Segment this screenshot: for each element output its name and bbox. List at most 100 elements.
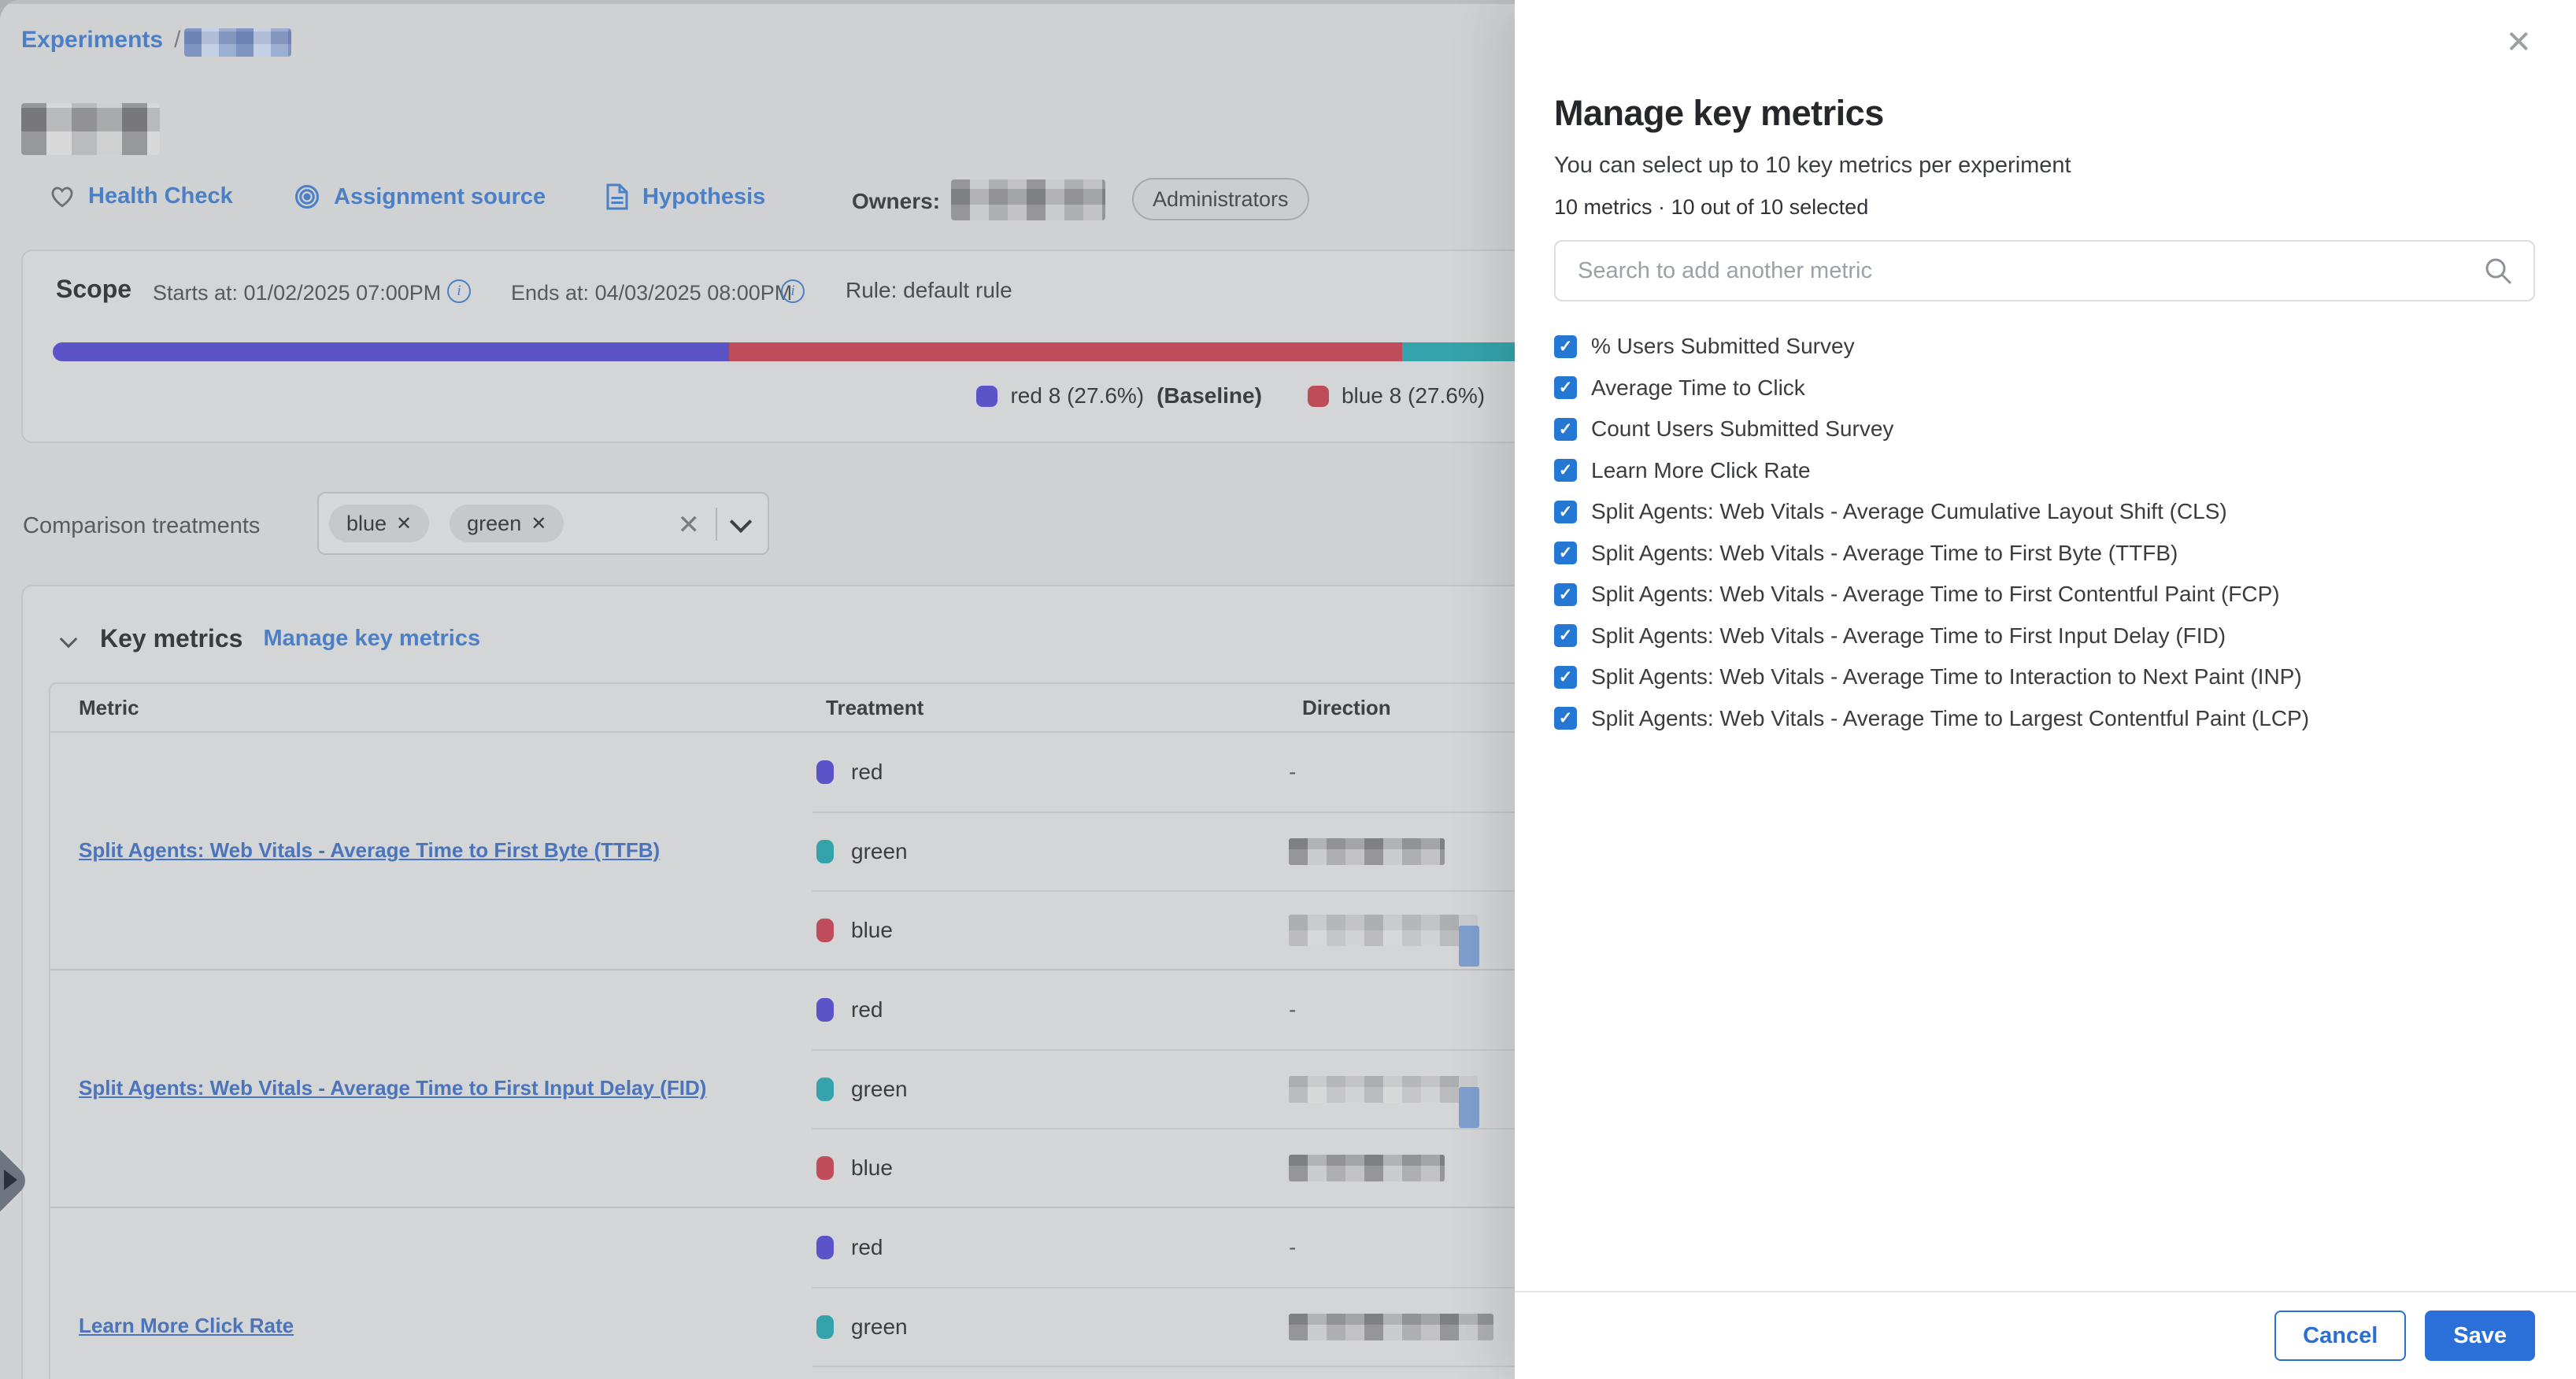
chip-remove-icon[interactable]: ✕ [396, 512, 412, 535]
bar-segment-blue [729, 342, 1403, 361]
checkbox-checked-icon[interactable] [1554, 542, 1577, 564]
save-button[interactable]: Save [2425, 1311, 2535, 1361]
direction-redacted [1289, 1155, 1445, 1181]
metric-search-input[interactable]: Search to add another metric [1554, 240, 2535, 301]
cancel-button[interactable]: Cancel [2274, 1311, 2406, 1361]
treatment-label: blue [851, 1155, 893, 1181]
metric-label: Split Agents: Web Vitals - Average Time … [1591, 623, 2226, 649]
scope-ends-at: Ends at: 04/03/2025 08:00PM [511, 281, 792, 305]
checkbox-checked-icon[interactable] [1554, 666, 1577, 689]
metric-label: Split Agents: Web Vitals - Average Time … [1591, 664, 2302, 690]
column-header-treatment: Treatment [812, 696, 1263, 720]
treatment-dot-green [816, 840, 834, 863]
treatment-label: red [851, 997, 883, 1022]
metric-label: Split Agents: Web Vitals - Average Cumul… [1591, 499, 2227, 524]
metric-checkbox-item[interactable]: Average Time to Click [1554, 368, 2535, 409]
hypothesis-link[interactable]: Hypothesis [605, 183, 765, 211]
metric-checkbox-item[interactable]: Split Agents: Web Vitals - Average Time … [1554, 698, 2535, 740]
metric-checkbox-item[interactable]: Split Agents: Web Vitals - Average Time … [1554, 533, 2535, 575]
search-placeholder: Search to add another metric [1556, 258, 2483, 284]
legend-baseline-tag: (Baseline) [1157, 383, 1262, 409]
key-metrics-header: Key metrics Manage key metrics [62, 624, 480, 653]
checkbox-checked-icon[interactable] [1554, 501, 1577, 523]
metric-label: Split Agents: Web Vitals - Average Time … [1591, 541, 2178, 566]
treatment-chip-blue[interactable]: blue ✕ [329, 505, 429, 542]
metric-label: Average Time to Click [1591, 375, 1805, 401]
metric-label: Split Agents: Web Vitals - Average Time … [1591, 582, 2280, 607]
treatment-dot-red [816, 760, 834, 784]
metric-label: Learn More Click Rate [1591, 458, 1811, 483]
checkbox-checked-icon[interactable] [1554, 583, 1577, 606]
treatment-chip-green[interactable]: green ✕ [450, 505, 564, 542]
comparison-treatments-select[interactable]: blue ✕ green ✕ ✕ [317, 492, 769, 555]
manage-key-metrics-link[interactable]: Manage key metrics [263, 626, 480, 652]
assignment-source-link[interactable]: Assignment source [293, 183, 546, 211]
comparison-treatments-label: Comparison treatments [23, 513, 260, 539]
close-icon[interactable]: ✕ [2505, 27, 2532, 58]
direction-value: - [1289, 1235, 1296, 1260]
checkbox-checked-icon[interactable] [1554, 376, 1577, 399]
treatment-label: green [851, 839, 908, 864]
direction-value: - [1289, 997, 1296, 1022]
direction-redacted [1289, 915, 1478, 946]
treatment-dot-red [816, 998, 834, 1022]
document-icon [605, 183, 630, 211]
panel-subtitle: You can select up to 10 key metrics per … [1554, 153, 2071, 179]
chip-remove-icon[interactable]: ✕ [531, 512, 546, 535]
info-icon[interactable]: i [447, 279, 471, 303]
checkbox-checked-icon[interactable] [1554, 624, 1577, 647]
breadcrumb-experiments-link[interactable]: Experiments [21, 27, 163, 54]
checkbox-checked-icon[interactable] [1554, 707, 1577, 730]
administrators-badge[interactable]: Administrators [1132, 178, 1309, 220]
treatment-dot-blue [816, 1156, 834, 1180]
treatment-label: green [851, 1077, 908, 1102]
heart-icon [49, 183, 76, 209]
metric-link-learn-more[interactable]: Learn More Click Rate [79, 1313, 294, 1340]
redaction-fragment [1459, 1087, 1479, 1128]
checkbox-checked-icon[interactable] [1554, 335, 1577, 358]
metric-checkbox-item[interactable]: Learn More Click Rate [1554, 450, 2535, 492]
owners-redacted [951, 179, 1105, 220]
direction-redacted [1289, 1076, 1478, 1103]
metric-checklist: % Users Submitted Survey Average Time to… [1554, 326, 2535, 739]
scope-title: Scope [56, 275, 131, 304]
legend-item-red: red 8 (27.6%) (Baseline) [976, 383, 1261, 409]
treatment-dot-blue [816, 919, 834, 942]
checkbox-checked-icon[interactable] [1554, 459, 1577, 482]
checkbox-checked-icon[interactable] [1554, 418, 1577, 441]
scope-rule: Rule: default rule [846, 278, 1012, 303]
health-check-link[interactable]: Health Check [49, 183, 233, 209]
chevron-down-icon[interactable] [733, 514, 755, 536]
metric-label: Split Agents: Web Vitals - Average Time … [1591, 706, 2309, 731]
select-divider [716, 508, 717, 541]
redaction-fragment [1459, 926, 1479, 967]
legend-label-blue: blue 8 (27.6%) [1342, 383, 1485, 409]
expand-arrow-icon[interactable] [4, 1170, 17, 1190]
breadcrumb-experiment-name-redacted[interactable] [184, 28, 291, 57]
treatment-label: red [851, 760, 883, 785]
metric-checkbox-item[interactable]: Split Agents: Web Vitals - Average Time … [1554, 574, 2535, 616]
direction-value: - [1289, 760, 1296, 785]
metric-checkbox-item[interactable]: Count Users Submitted Survey [1554, 409, 2535, 450]
legend-swatch-red [976, 386, 997, 407]
metric-checkbox-item[interactable]: % Users Submitted Survey [1554, 326, 2535, 368]
metric-link-ttfb[interactable]: Split Agents: Web Vitals - Average Time … [79, 837, 660, 864]
clear-selection-icon[interactable]: ✕ [678, 509, 701, 541]
panel-footer: Cancel Save [1515, 1291, 2576, 1379]
treatment-label: blue [851, 918, 893, 943]
info-icon[interactable]: i [781, 279, 805, 303]
metric-link-fid[interactable]: Split Agents: Web Vitals - Average Time … [79, 1075, 706, 1102]
search-icon [2483, 256, 2513, 286]
breadcrumb-separator: / [174, 27, 180, 54]
treatment-label: red [851, 1235, 883, 1260]
metric-label: Count Users Submitted Survey [1591, 416, 1893, 442]
app-window: Experiments / Health Check Assignment so… [0, 0, 2576, 1379]
administrators-badge-label: Administrators [1153, 187, 1289, 212]
metric-checkbox-item[interactable]: Split Agents: Web Vitals - Average Time … [1554, 616, 2535, 657]
key-metrics-title: Key metrics [100, 624, 242, 653]
metric-checkbox-item[interactable]: Split Agents: Web Vitals - Average Cumul… [1554, 491, 2535, 533]
collapse-chevron-icon[interactable] [60, 630, 78, 648]
experiment-title-redacted [21, 103, 160, 155]
chip-label: green [467, 512, 521, 536]
metric-checkbox-item[interactable]: Split Agents: Web Vitals - Average Time … [1554, 656, 2535, 698]
